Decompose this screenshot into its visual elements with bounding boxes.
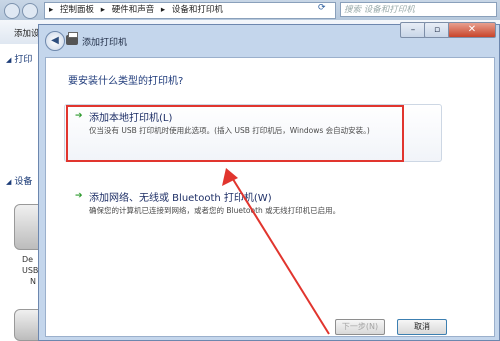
close-button[interactable]: ✕ [448,22,496,38]
breadcrumb-sep-icon: ▸ [160,5,166,15]
breadcrumb-sep-icon: ▸ [49,5,54,15]
add-printer-dialog: ◀ 添加打印机 要安装什么类型的打印机? ➔ 添加本地打印机(L) 仅当没有 U… [38,24,500,341]
breadcrumb-sep-icon: ▸ [100,5,105,15]
option-network-printer[interactable]: ➔ 添加网络、无线或 Bluetooth 打印机(W) 确保您的计算机已连接到网… [64,184,442,242]
next-button[interactable]: 下一步(N) [335,319,385,335]
breadcrumb-item-devices[interactable]: 设备和打印机 [172,5,223,15]
address-bar[interactable]: ▸ 控制面板 ▸ 硬件和声音 ▸ 设备和打印机 [44,2,336,19]
dialog-back-button[interactable]: ◀ [45,31,65,51]
section-devices-header[interactable]: ◢ 设备 [6,174,32,187]
search-input[interactable]: 搜索 设备和打印机 [340,2,497,17]
forward-button[interactable] [22,3,38,19]
device-label: N [30,277,36,286]
green-arrow-icon: ➔ [75,191,83,201]
option-network-title: 添加网络、无线或 Bluetooth 打印机(W) [89,193,272,204]
breadcrumb-item-control-panel[interactable]: 控制面板 [60,5,94,15]
collapse-icon: ◢ [6,56,12,64]
cancel-button[interactable]: 取消 [397,319,447,335]
add-device-button[interactable]: 添加设 [14,27,40,39]
refresh-icon[interactable]: ⟳ [318,3,326,13]
minimize-button[interactable]: – [400,22,426,38]
red-highlight-box [66,105,404,162]
breadcrumb-item-hardware[interactable]: 硬件和声音 [112,5,155,15]
dialog-title: 添加打印机 [82,38,128,48]
option-network-description: 确保您的计算机已连接到网络，或者您的 Bluetooth 或无线打印机已启用。 [89,206,341,215]
printer-icon [66,32,78,45]
maximize-button[interactable]: ▫ [424,22,450,38]
device-label: USB [22,266,39,275]
collapse-icon: ◢ [6,178,12,186]
explorer-navbar: ▸ 控制面板 ▸ 硬件和声音 ▸ 设备和打印机 ⟳ 搜索 设备和打印机 [0,0,500,20]
page-question: 要安装什么类型的打印机? [68,76,184,87]
section-printers-header[interactable]: ◢ 打印 [6,52,32,65]
dialog-body: 要安装什么类型的打印机? ➔ 添加本地打印机(L) 仅当没有 USB 打印机时使… [45,57,495,337]
device-label: De [22,255,34,264]
back-button[interactable] [4,3,20,19]
